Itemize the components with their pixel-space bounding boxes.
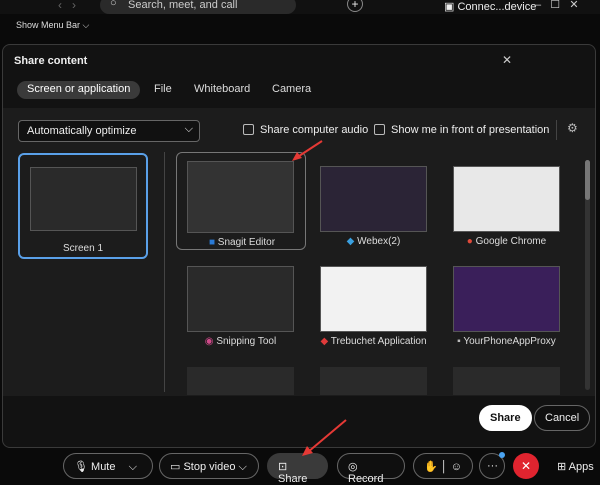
share-screen-icon: ⊡ xyxy=(278,461,288,473)
app-thumbnail xyxy=(453,166,560,232)
camera-icon: ▭ xyxy=(170,461,181,473)
tab-camera[interactable]: Camera xyxy=(262,81,321,99)
divider xyxy=(556,120,557,140)
app-thumbnail xyxy=(187,266,294,332)
leave-meeting-button[interactable]: ✕ xyxy=(513,453,539,479)
chevron-down-icon: ⌵ xyxy=(128,461,137,473)
microphone-icon: 🎙 xyxy=(74,461,88,473)
app-thumbnail xyxy=(320,166,427,232)
stop-video-button[interactable]: ▭ Stop video ⌵ xyxy=(159,453,259,479)
search-icon: ○ xyxy=(110,0,117,9)
app-thumbnail[interactable] xyxy=(187,367,294,395)
apps-button[interactable]: ⊞ Apps xyxy=(557,460,594,473)
search-input[interactable]: ○ Search, meet, and call xyxy=(100,0,296,14)
back-forward-icons[interactable]: ‹ › xyxy=(58,0,76,12)
gear-icon[interactable]: ⚙ xyxy=(567,121,578,135)
dialog-title: Share content xyxy=(14,55,88,67)
chevron-down-icon: ⌵ xyxy=(184,123,193,135)
hand-icon: ✋ xyxy=(424,461,438,473)
tab-screen-or-application[interactable]: Screen or application xyxy=(17,81,141,99)
app-thumbnail[interactable] xyxy=(320,367,427,395)
app-tile-yourphone[interactable]: ▪ YourPhoneAppProxy xyxy=(453,266,560,347)
app-tile-snagit-editor[interactable]: ■ Snagit Editor xyxy=(176,152,306,250)
trebuchet-icon: ◆ xyxy=(320,336,329,347)
snipping-tool-icon: ◉ xyxy=(204,336,214,347)
screen-1-tile[interactable]: Screen 1 xyxy=(18,153,148,259)
share-audio-checkbox[interactable] xyxy=(243,124,254,135)
connect-device[interactable]: ▣ Connec...device xyxy=(444,0,536,13)
annotation-arrow xyxy=(302,419,347,456)
show-me-label: Show me in front of presentation xyxy=(391,124,550,136)
app-thumbnail xyxy=(187,161,294,233)
divider xyxy=(164,152,165,392)
more-icon: ··· xyxy=(487,460,498,472)
optimize-dropdown[interactable]: Automatically optimize ⌵ xyxy=(18,120,200,142)
share-audio-label: Share computer audio xyxy=(260,124,369,136)
show-menu-bar[interactable]: Show Menu Bar ⌵ xyxy=(16,20,89,31)
share-button[interactable]: Share xyxy=(479,405,532,431)
emoji-icon: ☺ xyxy=(450,461,462,473)
notification-dot xyxy=(499,452,505,458)
apps-icon: ⊞ xyxy=(557,461,567,473)
cancel-button[interactable]: Cancel xyxy=(534,405,591,431)
tab-file[interactable]: File xyxy=(144,81,182,99)
app-tile-trebuchet[interactable]: ◆ Trebuchet Application xyxy=(320,266,427,347)
tab-whiteboard[interactable]: Whiteboard xyxy=(184,81,260,99)
record-icon: ◎ xyxy=(348,461,358,473)
app-tile-webex[interactable]: ◆ Webex(2) xyxy=(320,166,427,247)
show-me-checkbox[interactable] xyxy=(374,124,385,135)
app-thumbnail[interactable] xyxy=(453,367,560,395)
reactions-button[interactable]: ✋ │ ☺ xyxy=(413,453,473,479)
close-icon[interactable]: ✕ xyxy=(502,53,512,67)
window-controls[interactable]: – ☐ ✕ xyxy=(535,0,579,11)
mute-button[interactable]: 🎙 Mute ⌵ xyxy=(63,453,153,479)
screen-thumbnail xyxy=(30,167,137,231)
annotation-arrow xyxy=(292,140,323,161)
app-thumbnail xyxy=(453,266,560,332)
app-tile-snipping-tool[interactable]: ◉ Snipping Tool xyxy=(187,266,294,347)
snagit-icon: ■ xyxy=(208,237,215,248)
app-icon: ▪ xyxy=(457,336,461,347)
scrollbar[interactable] xyxy=(585,160,590,390)
webex-icon: ◆ xyxy=(346,236,355,247)
app-thumbnail xyxy=(320,266,427,332)
chrome-icon: ● xyxy=(466,236,473,247)
app-tile-google-chrome[interactable]: ● Google Chrome xyxy=(453,166,560,247)
